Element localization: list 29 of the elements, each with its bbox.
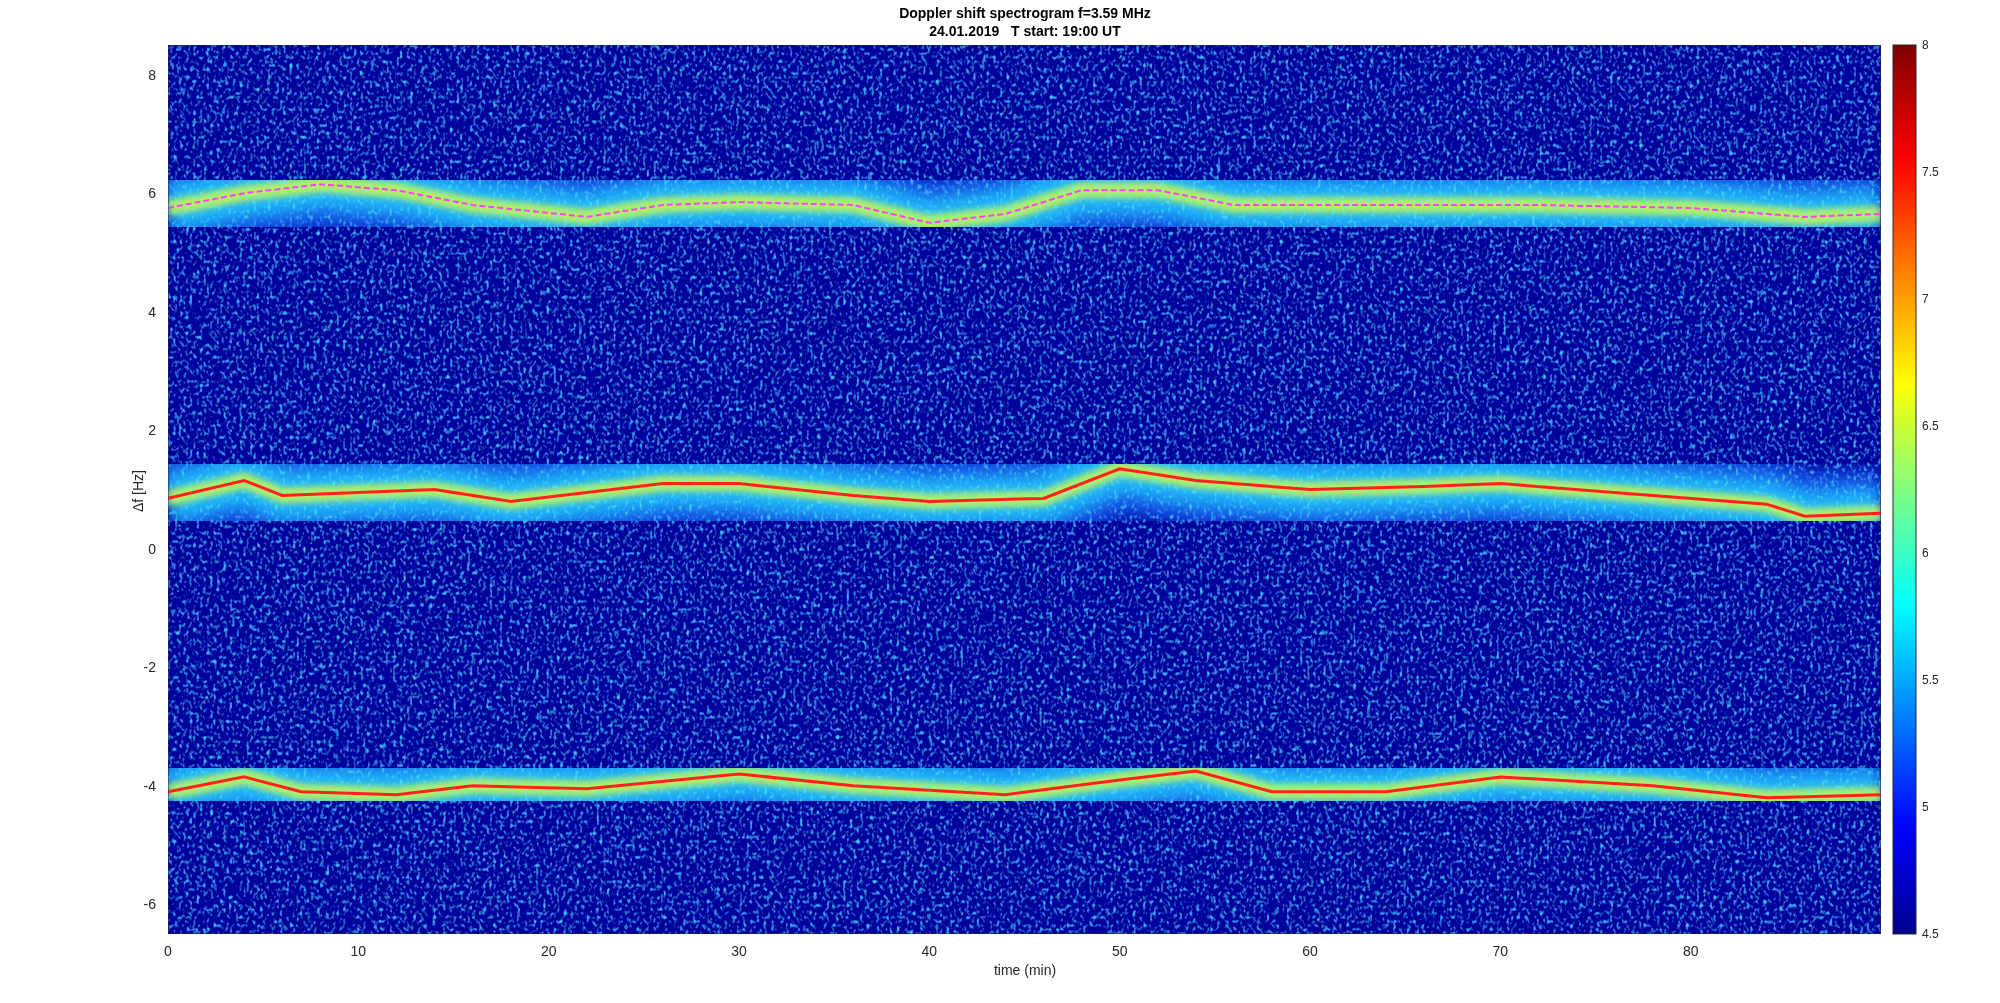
y-tick-label: 2 (148, 422, 156, 439)
y-tick-label: -6 (143, 896, 156, 913)
x-tick-label: 60 (1302, 943, 1318, 959)
colorbar-tick-label: 8 (1922, 38, 1929, 52)
x-axis-label: time (min) (993, 962, 1057, 978)
colorbar-tick-label: 7 (1922, 292, 1929, 306)
y-tick-label: 8 (148, 66, 156, 83)
x-tick-label: 10 (350, 943, 367, 959)
colorbar-tick-label: 6 (1922, 546, 1929, 560)
x-tick-label: 50 (1111, 943, 1128, 959)
chart-subtitle: 24.01.2019 T start: 19:00 UT (929, 23, 1121, 39)
colorbar-tick-label: 7.5 (1922, 165, 1939, 179)
colorbar-tick-label: 5 (1922, 800, 1929, 814)
x-tick-label: 70 (1492, 943, 1509, 959)
chart-title: Doppler shift spectrogram f=3.59 MHz (899, 5, 1151, 21)
y-tick-label: -2 (143, 659, 156, 676)
x-tick-label: 20 (540, 943, 557, 959)
y-tick-label: 6 (148, 185, 156, 202)
x-tick-label: 40 (921, 943, 938, 959)
y-tick-label: 4 (148, 303, 156, 320)
x-tick-label: 80 (1682, 943, 1699, 959)
x-tick-label: 0 (164, 943, 172, 959)
colorbar-tick-label: 6.5 (1922, 419, 1939, 433)
colorbar-tick-label: 5.5 (1922, 673, 1939, 687)
y-axis-label: Δf [Hz] (130, 470, 146, 512)
colorbar-tick-label: 4.5 (1922, 927, 1939, 941)
x-tick-label: 30 (731, 943, 747, 959)
y-tick-label: -4 (143, 777, 156, 794)
y-tick-label: 0 (148, 540, 156, 557)
